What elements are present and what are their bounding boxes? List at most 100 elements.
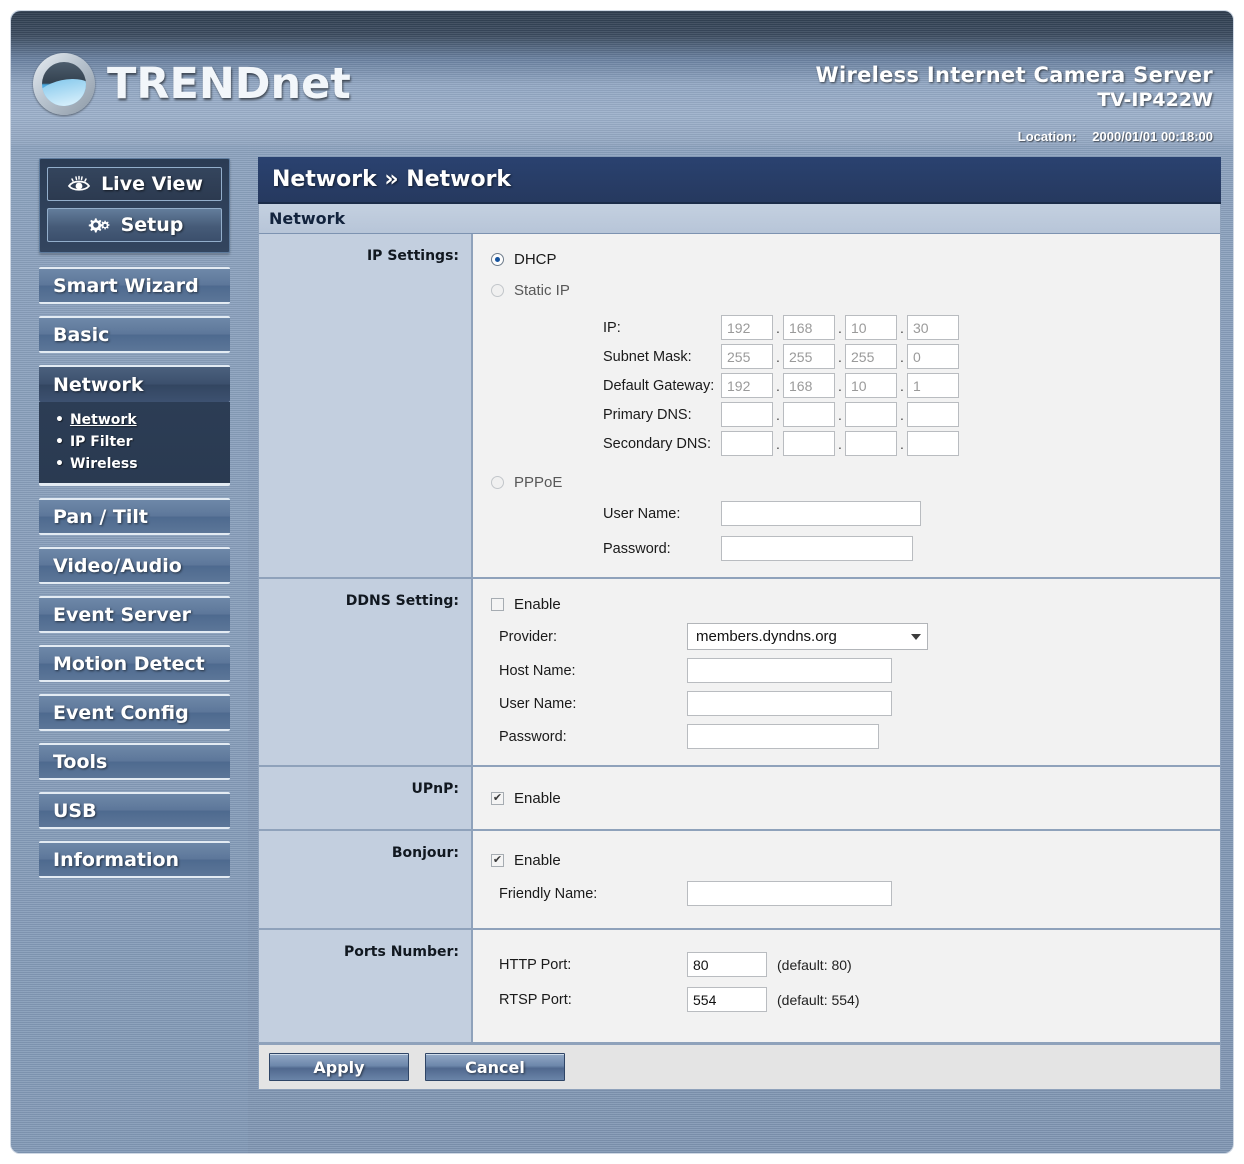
radio-static-ip-icon[interactable] xyxy=(491,284,504,297)
octet-input[interactable]: 255 xyxy=(721,344,773,369)
octet-separator: . xyxy=(776,406,780,423)
octet-input[interactable] xyxy=(907,431,959,456)
octet-input[interactable] xyxy=(783,431,835,456)
field-label-ddns-username: User Name: xyxy=(499,695,577,712)
octet-input[interactable]: 10 xyxy=(845,315,897,340)
sidebar-item-information[interactable]: Information xyxy=(39,841,230,878)
sidebar-item-video-audio[interactable]: Video/Audio xyxy=(39,547,230,584)
octet-input[interactable]: 168 xyxy=(783,373,835,398)
field-label-default-gateway: Default Gateway: xyxy=(603,377,715,394)
sidebar-subitem-network[interactable]: • Network xyxy=(55,409,230,431)
sidebar-item-pan-tilt[interactable]: Pan / Tilt xyxy=(39,498,230,535)
sidebar-item-label: Event Server xyxy=(53,603,192,626)
field-label-ddns-hostname: Host Name: xyxy=(499,662,576,679)
octet-separator: . xyxy=(838,435,842,452)
radio-pppoe[interactable]: PPPoE xyxy=(491,474,1220,491)
brand-name-lower: net xyxy=(270,59,351,109)
field-label-secondary-dns: Secondary DNS: xyxy=(603,435,711,452)
octet-input[interactable]: 0 xyxy=(907,344,959,369)
sidebar-item-setup[interactable]: Setup xyxy=(47,208,222,242)
checkbox-upnp-enable[interactable]: ✔ Enable xyxy=(491,790,1220,807)
sidebar-menu: Smart Wizard Basic Network • Network • IP … xyxy=(39,267,230,878)
octet-input[interactable] xyxy=(845,431,897,456)
sidebar-subitem-ip-filter[interactable]: • IP Filter xyxy=(55,431,230,453)
row-body-ports: HTTP Port: 80 (default: 80) RTSP Port: 5… xyxy=(473,930,1220,1042)
octet-separator: . xyxy=(900,377,904,394)
octet-input[interactable] xyxy=(907,402,959,427)
brand-logo[interactable]: TRENDnet xyxy=(33,53,351,115)
pppoe-password-input[interactable] xyxy=(721,536,913,561)
field-ip: IP: 192 . 168 . 10 . 30 xyxy=(491,315,1220,340)
field-ddns-username: User Name: xyxy=(491,691,1220,716)
field-default-gateway: Default Gateway: 192 . 168 . 10 . 1 xyxy=(491,373,1220,398)
octets-ip: 192 . 168 . 10 . 30 xyxy=(721,315,959,340)
octet-input[interactable] xyxy=(721,431,773,456)
trendnet-logo-icon xyxy=(33,53,95,115)
octets-secondary-dns: . . . xyxy=(721,431,959,456)
radio-pppoe-icon[interactable] xyxy=(491,476,504,489)
form-actions: Apply Cancel xyxy=(258,1043,1221,1090)
octet-input[interactable]: 192 xyxy=(721,315,773,340)
sidebar-item-network[interactable]: Network xyxy=(39,365,230,402)
ddns-username-input[interactable] xyxy=(687,691,892,716)
bullet-icon: • xyxy=(55,412,64,428)
sidebar-item-tools[interactable]: Tools xyxy=(39,743,230,780)
octet-input[interactable]: 255 xyxy=(783,344,835,369)
app-header: TRENDnet Wireless Internet Camera Server… xyxy=(11,11,1233,145)
ddns-password-input[interactable] xyxy=(687,724,879,749)
octet-input[interactable]: 30 xyxy=(907,315,959,340)
octet-input[interactable] xyxy=(845,402,897,427)
sidebar-item-motion-detect[interactable]: Motion Detect xyxy=(39,645,230,682)
row-bonjour: Bonjour: ✔ Enable Friendly Name: xyxy=(259,831,1220,930)
sidebar-item-usb[interactable]: USB xyxy=(39,792,230,829)
checkbox-icon[interactable]: ✔ xyxy=(491,854,504,867)
cancel-button[interactable]: Cancel xyxy=(425,1053,565,1081)
checkbox-bonjour-enable[interactable]: ✔ Enable xyxy=(491,852,1220,869)
field-label-subnet-mask: Subnet Mask: xyxy=(603,348,692,365)
field-ddns-password: Password: xyxy=(491,724,1220,749)
octet-input[interactable] xyxy=(783,402,835,427)
octet-input[interactable]: 1 xyxy=(907,373,959,398)
row-label-ports: Ports Number: xyxy=(259,930,473,1042)
checkbox-icon[interactable]: ✔ xyxy=(491,792,504,805)
pppoe-username-input[interactable] xyxy=(721,501,921,526)
sidebar-item-live-view[interactable]: Live View xyxy=(47,167,222,201)
octet-separator: . xyxy=(900,319,904,336)
row-label-ddns: DDNS Setting: xyxy=(259,579,473,765)
row-ddns: DDNS Setting: ✔ Enable Provider: members… xyxy=(259,579,1220,767)
sidebar-item-basic[interactable]: Basic xyxy=(39,316,230,353)
octet-input[interactable] xyxy=(721,402,773,427)
octets-primary-dns: . . . xyxy=(721,402,959,427)
ddns-hostname-input[interactable] xyxy=(687,658,892,683)
radio-dhcp-icon[interactable] xyxy=(491,253,504,266)
panel-title: Network xyxy=(259,204,1220,234)
sidebar-subitem-wireless[interactable]: • Wireless xyxy=(55,453,230,475)
radio-static-ip-label: Static IP xyxy=(514,282,570,299)
field-pppoe-password: Password: xyxy=(491,536,1220,561)
octet-separator: . xyxy=(776,319,780,336)
octet-input[interactable]: 255 xyxy=(845,344,897,369)
radio-dhcp[interactable]: DHCP xyxy=(491,251,1220,268)
octet-input[interactable]: 192 xyxy=(721,373,773,398)
octet-input[interactable]: 168 xyxy=(783,315,835,340)
ddns-provider-select[interactable]: members.dyndns.org xyxy=(687,623,928,650)
sidebar-item-event-server[interactable]: Event Server xyxy=(39,596,230,633)
field-label-pppoe-username: User Name: xyxy=(603,505,681,522)
octet-input[interactable]: 10 xyxy=(845,373,897,398)
location-value: 2000/01/01 00:18:00 xyxy=(1092,129,1213,144)
rtsp-port-input[interactable]: 554 xyxy=(687,987,767,1012)
http-port-input[interactable]: 80 xyxy=(687,952,767,977)
bonjour-friendly-name-input[interactable] xyxy=(687,881,892,906)
checkbox-ddns-enable[interactable]: ✔ Enable xyxy=(491,596,1220,613)
sidebar-mode-group: Live View Setup xyxy=(39,158,230,253)
sidebar-item-event-config[interactable]: Event Config xyxy=(39,694,230,731)
apply-button[interactable]: Apply xyxy=(269,1053,409,1081)
sidebar-item-smart-wizard[interactable]: Smart Wizard xyxy=(39,267,230,304)
octet-separator: . xyxy=(900,435,904,452)
radio-static-ip[interactable]: Static IP xyxy=(491,282,1220,299)
octet-separator: . xyxy=(900,406,904,423)
sidebar-subitem-label: IP Filter xyxy=(69,434,133,450)
sidebar-item-label: Basic xyxy=(53,323,110,346)
checkbox-icon[interactable]: ✔ xyxy=(491,598,504,611)
field-primary-dns: Primary DNS: . . . xyxy=(491,402,1220,427)
